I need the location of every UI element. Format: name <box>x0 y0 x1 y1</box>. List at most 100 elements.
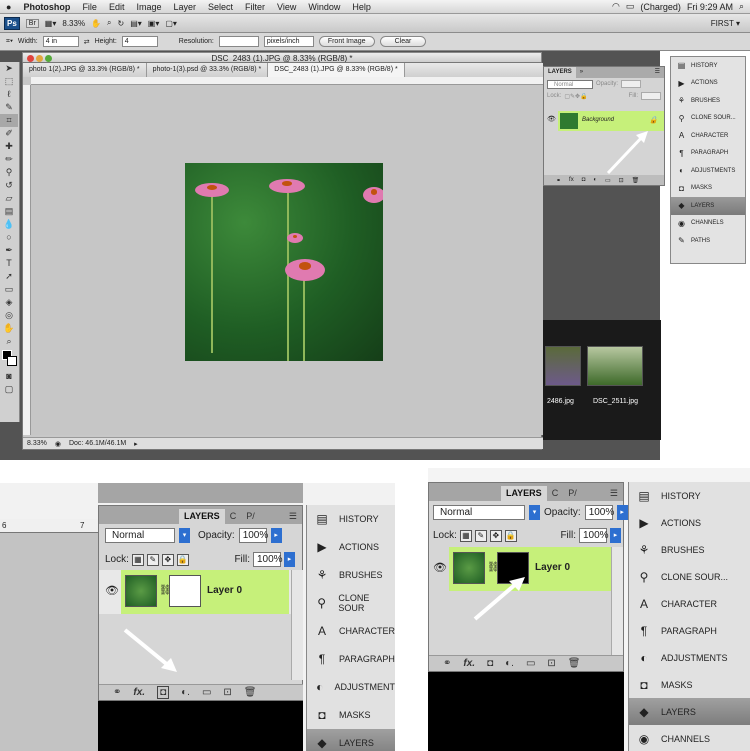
lasso-tool-icon[interactable]: ℓ <box>0 88 18 101</box>
zoom-window-icon[interactable] <box>45 55 52 62</box>
panel-clone-source[interactable]: ⚲ CLONE SOUR... <box>671 110 745 128</box>
status-zoom[interactable]: 8.33% <box>27 440 47 447</box>
clock[interactable]: Fri 9:29 AM <box>687 2 733 12</box>
add-mask-icon[interactable]: ◘ <box>157 686 170 699</box>
menu-help[interactable]: Help <box>346 2 377 12</box>
menu-app-name[interactable]: Photoshop <box>17 2 76 12</box>
resolution-input[interactable] <box>218 36 259 47</box>
opacity-input[interactable]: 100% <box>584 505 614 520</box>
fx-icon[interactable]: fx <box>569 177 574 183</box>
status-arrow-icon[interactable]: ▸ <box>134 440 138 448</box>
thumbnail-2511[interactable] <box>587 346 643 386</box>
status-icon[interactable]: ◉ <box>55 440 61 448</box>
grid-icon[interactable]: ▤▾ <box>130 19 142 28</box>
trash-icon[interactable]: 🗑 <box>244 687 257 698</box>
panel-channels[interactable]: ◉ CHANNELS <box>671 215 745 233</box>
blend-dropdown-icon[interactable]: ▾ <box>529 505 540 520</box>
panel-layers[interactable]: ◆ LAYERS <box>629 698 750 725</box>
view-extras-icon[interactable]: ▦▾ <box>45 19 57 28</box>
link-layers-icon[interactable]: ⚭ <box>556 177 561 184</box>
panel-paragraph[interactable]: ¶ PARAGRAPH <box>671 145 745 163</box>
opacity-input[interactable]: 100% <box>238 528 268 543</box>
vertical-ruler[interactable] <box>23 85 31 435</box>
layers-scrollbar[interactable] <box>611 547 623 655</box>
pen-tool-icon[interactable]: ✒ <box>0 244 18 257</box>
blend-mode-select-small[interactable]: Normal <box>547 79 593 89</box>
rotate-view-icon[interactable]: ↻ <box>118 19 125 28</box>
lock-image-icon[interactable]: ✎ <box>146 553 159 566</box>
swap-icon[interactable]: ⇄ <box>84 38 90 46</box>
screen-mode-icon[interactable]: ▢▾ <box>165 19 177 28</box>
fx-icon[interactable]: fx. <box>463 658 475 669</box>
screen-mode-icon[interactable]: ▢ <box>0 383 18 396</box>
panel-brushes[interactable]: ⚘ BRUSHES <box>671 92 745 110</box>
menu-layer[interactable]: Layer <box>167 2 202 12</box>
path-select-tool-icon[interactable]: ➚ <box>0 270 18 283</box>
visibility-eye-icon[interactable]: 👁 <box>433 561 447 574</box>
adjustment-layer-icon[interactable]: ◐. <box>505 658 514 669</box>
zoom-tool-icon[interactable]: ⌕ <box>0 335 18 348</box>
new-layer-icon[interactable]: ⊡ <box>619 177 624 184</box>
wifi-icon[interactable]: ◠ <box>612 1 620 12</box>
minimize-window-icon[interactable] <box>36 55 43 62</box>
healing-tool-icon[interactable]: ✚ <box>0 140 18 153</box>
hand-tool-icon[interactable]: ✋ <box>0 322 18 335</box>
brush-tool-icon[interactable]: ✏ <box>0 153 18 166</box>
apple-icon[interactable]: ● <box>0 2 17 12</box>
fill-input[interactable]: 100% <box>253 552 283 567</box>
tab-channels[interactable]: C <box>225 509 242 524</box>
arrange-docs-icon[interactable]: ▣▾ <box>148 19 160 28</box>
panel-layers[interactable]: ◆ LAYERS <box>671 197 745 215</box>
adjustment-layer-icon[interactable]: ◐ <box>593 177 597 183</box>
shape-tool-icon[interactable]: ▭ <box>0 283 18 296</box>
tab-layers-small[interactable]: LAYERS <box>544 67 576 78</box>
doc-tab-1[interactable]: photo 1(2).JPG @ 33.3% (RGB/8) * <box>23 63 147 77</box>
panel-character[interactable]: A CHARACTER <box>629 590 750 617</box>
menu-file[interactable]: File <box>76 2 103 12</box>
3d-orbit-tool-icon[interactable]: ◎ <box>0 309 18 322</box>
lock-position-icon[interactable]: ✥ <box>489 529 502 542</box>
eraser-tool-icon[interactable]: ▱ <box>0 192 18 205</box>
file-name-1[interactable]: 2486.jpg <box>547 398 574 405</box>
bridge-button[interactable]: Br <box>25 18 39 28</box>
panel-history[interactable]: ▤ HISTORY <box>629 482 750 509</box>
opacity-dropdown-icon[interactable]: ▸ <box>616 505 628 520</box>
panel-menu-icon[interactable]: ☰ <box>284 509 302 524</box>
panel-actions[interactable]: ▶ ACTIONS <box>629 509 750 536</box>
panel-paths[interactable]: ✎ PATHS <box>671 232 745 250</box>
tab-paths[interactable]: P/ <box>241 509 260 524</box>
lock-image-icon[interactable]: ✎ <box>474 529 487 542</box>
panel-history[interactable]: ▤ HISTORY <box>671 57 745 75</box>
visibility-eye-icon[interactable]: 👁 <box>105 584 119 597</box>
visibility-eye-icon[interactable]: 👁 <box>547 115 556 123</box>
panel-adjustments[interactable]: ◐ ADJUSTMENTS <box>671 162 745 180</box>
panel-menu-icon[interactable]: ☰ <box>605 486 623 501</box>
front-image-button[interactable]: Front Image <box>318 36 375 47</box>
doc-size[interactable]: Doc: 46.1M/46.1M <box>69 440 126 447</box>
panel-clone-source[interactable]: ⚲ CLONE SOUR <box>307 589 395 617</box>
doc-tab-2[interactable]: photo-1(3).psd @ 33.3% (RGB/8) * <box>147 63 269 77</box>
fill-dropdown-icon[interactable]: ▸ <box>610 528 621 543</box>
horizontal-ruler[interactable] <box>31 77 543 85</box>
add-mask-icon[interactable]: ◘ <box>582 177 586 183</box>
marquee-tool-icon[interactable]: ⬚ <box>0 75 18 88</box>
quick-select-tool-icon[interactable]: ✎ <box>0 101 18 114</box>
crop-tool-preset-icon[interactable]: ⌗▾ <box>6 38 13 46</box>
history-brush-tool-icon[interactable]: ↺ <box>0 179 18 192</box>
menu-select[interactable]: Select <box>202 2 239 12</box>
fx-icon[interactable]: fx. <box>133 687 145 698</box>
fill-dropdown-icon[interactable]: ▸ <box>284 552 295 567</box>
menu-filter[interactable]: Filter <box>239 2 271 12</box>
link-layers-icon[interactable]: ⚭ <box>113 687 121 698</box>
hand-tool-icon[interactable]: ✋ <box>91 19 101 28</box>
menu-image[interactable]: Image <box>130 2 167 12</box>
layer-mask-thumbnail[interactable] <box>169 575 201 607</box>
clear-button[interactable]: Clear <box>379 36 427 47</box>
spotlight-icon[interactable]: ⌕ <box>739 1 744 12</box>
zoom-tool-icon[interactable]: ⌕ <box>107 18 111 28</box>
lock-transparent-icon[interactable]: ▦ <box>131 553 144 566</box>
menu-view[interactable]: View <box>271 2 302 12</box>
panel-character[interactable]: A CHARACTER <box>671 127 745 145</box>
type-tool-icon[interactable]: T <box>0 257 18 270</box>
panel-adjustments[interactable]: ◐ ADJUSTMENTS <box>629 644 750 671</box>
